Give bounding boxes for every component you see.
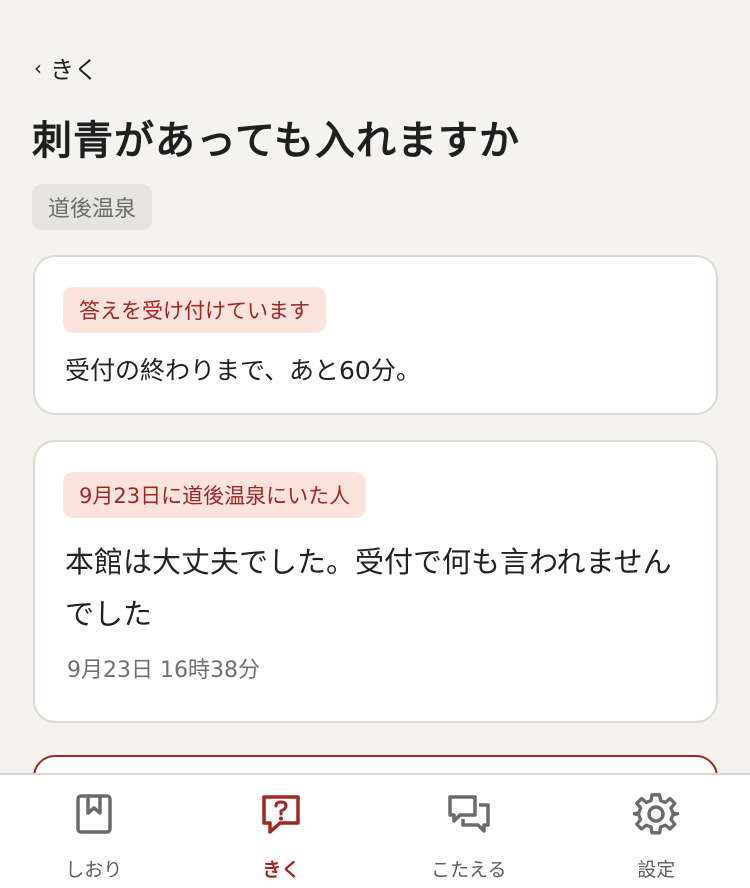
tab-bookmarks[interactable]: しおり (0, 775, 188, 888)
tab-label: 設定 (637, 859, 676, 881)
gear-icon (633, 791, 680, 837)
answer-timestamp: 9月23日 16時38分 (67, 658, 260, 683)
tab-settings[interactable]: 設定 (563, 775, 750, 888)
back-label: きく (50, 56, 98, 84)
place-chip: 道後温泉 (32, 184, 153, 230)
tab-answer[interactable]: こたえる (375, 775, 563, 888)
answer-card[interactable]: 9月23日に道後温泉にいた人 本館は大丈夫でした。受付で何も言われませんでした … (33, 440, 718, 723)
back-button[interactable]: ‹ きく (34, 50, 98, 85)
tab-label: きく (262, 859, 301, 881)
screen: ‹ きく 刺青があっても入れますか 道後温泉 答えを受け付けています 受付の終わ… (0, 0, 750, 888)
status-badge: 答えを受け付けています (63, 287, 326, 333)
tab-bar: しおり きく こたえる 設定 (0, 773, 750, 888)
status-text: 受付の終わりまで、あと60分。 (65, 356, 421, 385)
bookmark-icon (71, 791, 117, 837)
question-bubble-icon (258, 791, 304, 837)
tab-ask[interactable]: きく (188, 775, 376, 888)
answer-text: 本館は大丈夫でした。受付で何も言われませんでした (65, 545, 672, 631)
chevron-left-icon: ‹ (34, 55, 42, 80)
status-card: 答えを受け付けています 受付の終わりまで、あと60分。 (33, 255, 718, 415)
page-title: 刺青があっても入れますか (32, 118, 520, 164)
chat-bubbles-icon (446, 791, 492, 837)
tab-label: こたえる (431, 859, 507, 881)
answerer-badge: 9月23日に道後温泉にいた人 (63, 472, 367, 518)
tab-label: しおり (65, 859, 123, 881)
